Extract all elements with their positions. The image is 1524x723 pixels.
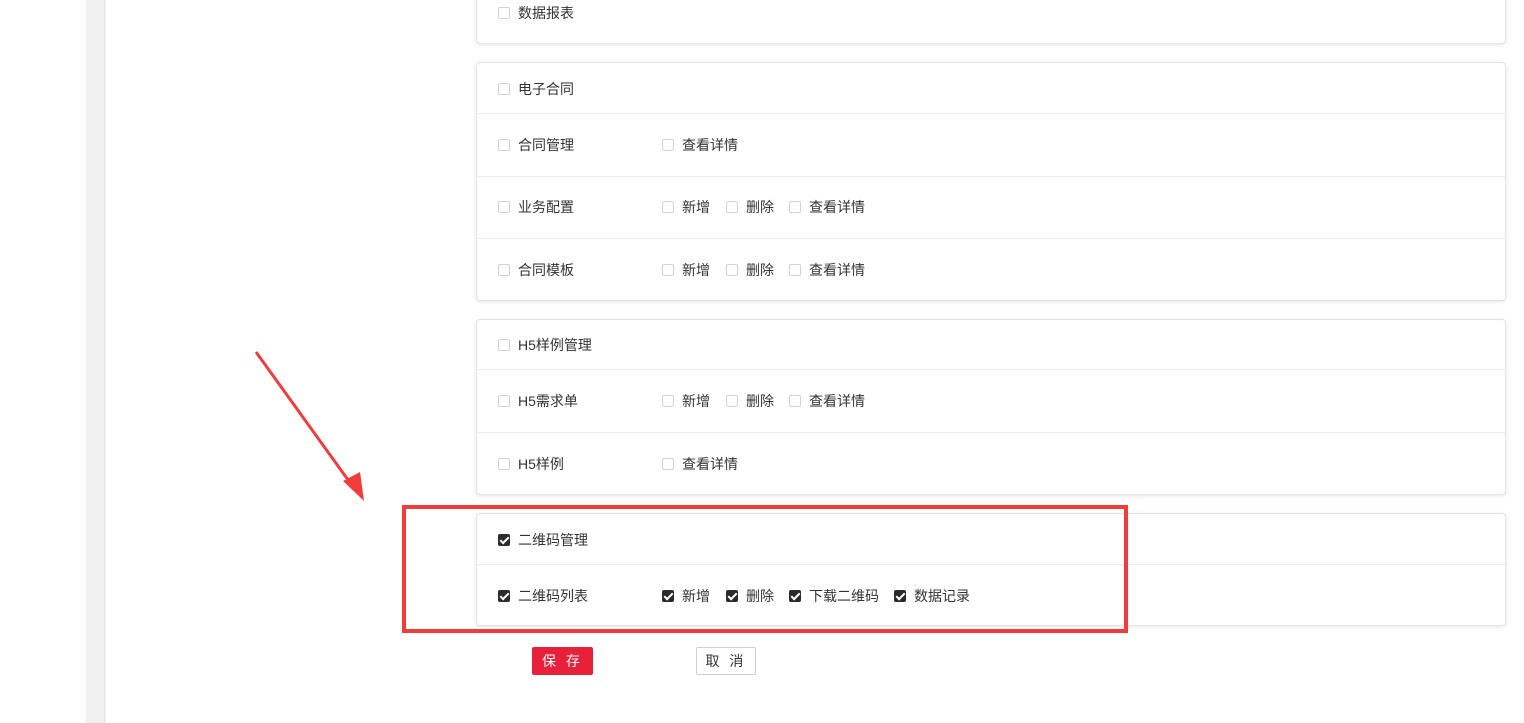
permission-row-business-config: 业务配置 新增 删除 查看详情 [477, 176, 1505, 239]
checkbox-label: 电子合同 [518, 81, 574, 97]
checkbox-label: 二维码管理 [518, 532, 588, 548]
module-checkbox-business-config[interactable]: 业务配置 [498, 199, 574, 215]
checkbox-box[interactable] [662, 139, 674, 151]
checkbox-box[interactable] [498, 395, 510, 407]
checkbox-label: 下载二维码 [809, 588, 879, 604]
checkbox-box[interactable] [726, 590, 738, 602]
cancel-button[interactable]: 取 消 [696, 647, 756, 675]
checkbox-box[interactable] [726, 201, 738, 213]
group-checkbox-h5-sample[interactable]: H5样例管理 [498, 337, 592, 353]
checkbox-box[interactable] [894, 590, 906, 602]
checkbox-label: H5样例管理 [518, 337, 592, 353]
checkbox-label: 查看详情 [809, 393, 865, 409]
module-checkbox-contract-template[interactable]: 合同模板 [498, 262, 574, 278]
checkbox-label: 新增 [682, 588, 710, 604]
group-header-row: 二维码管理 [477, 514, 1505, 565]
checkbox-label: 删除 [746, 588, 774, 604]
checkbox-label: 新增 [682, 393, 710, 409]
checkbox-label: 查看详情 [682, 137, 738, 153]
checkbox-label: 合同管理 [518, 137, 574, 153]
checkbox-label: 删除 [746, 393, 774, 409]
checkbox-box[interactable] [498, 590, 510, 602]
checkbox-box[interactable] [662, 458, 674, 470]
checkbox-label: 删除 [746, 262, 774, 278]
checkbox-box[interactable] [789, 264, 801, 276]
group-checkbox-qrcode[interactable]: 二维码管理 [498, 532, 588, 548]
checkbox-box[interactable] [498, 339, 510, 351]
checkbox-label: 业务配置 [518, 199, 574, 215]
checkbox-label: 查看详情 [809, 262, 865, 278]
group-checkbox-e-contract[interactable]: 电子合同 [498, 81, 574, 97]
checkbox-box[interactable] [662, 590, 674, 602]
checkbox-box[interactable] [498, 264, 510, 276]
permission-group-data-report: 数据报表 [476, 0, 1506, 44]
permission-group-h5-sample: H5样例管理 H5需求单 新增 删除 查看详情 H5样例 查看详情 [476, 319, 1506, 495]
group-checkbox-data-report[interactable]: 数据报表 [498, 5, 574, 21]
permission-row-qrcode-list: 二维码列表 新增 删除 下载二维码 数据记录 [477, 565, 1505, 626]
permission-row-contract-template: 合同模板 新增 删除 查看详情 [477, 239, 1505, 301]
checkbox-label: 查看详情 [809, 199, 865, 215]
checkbox-box[interactable] [789, 201, 801, 213]
checkbox-label: 查看详情 [682, 456, 738, 472]
perm-checkbox-add[interactable]: 新增 [662, 199, 710, 215]
checkbox-label: 合同模板 [518, 262, 574, 278]
perm-checkbox-add[interactable]: 新增 [662, 262, 710, 278]
group-header-row: 数据报表 [477, 0, 1505, 45]
permission-row-contract-management: 合同管理 查看详情 [477, 114, 1505, 177]
checkbox-label: 删除 [746, 199, 774, 215]
perm-checkbox-add[interactable]: 新增 [662, 393, 710, 409]
sidebar-background [86, 0, 106, 723]
permission-row-h5-request: H5需求单 新增 删除 查看详情 [477, 370, 1505, 433]
module-checkbox-h5-request[interactable]: H5需求单 [498, 393, 578, 409]
checkbox-box[interactable] [498, 534, 510, 546]
checkbox-label: 数据报表 [518, 5, 574, 21]
module-checkbox-contract-management[interactable]: 合同管理 [498, 137, 574, 153]
checkbox-box[interactable] [726, 264, 738, 276]
perm-checkbox-delete[interactable]: 删除 [726, 393, 774, 409]
checkbox-box[interactable] [498, 83, 510, 95]
perm-checkbox-add[interactable]: 新增 [662, 588, 710, 604]
checkbox-box[interactable] [662, 395, 674, 407]
checkbox-box[interactable] [498, 458, 510, 470]
checkbox-box[interactable] [726, 395, 738, 407]
perm-checkbox-view-details[interactable]: 查看详情 [789, 199, 865, 215]
checkbox-label: H5需求单 [518, 393, 578, 409]
checkbox-box[interactable] [498, 139, 510, 151]
checkbox-box[interactable] [662, 201, 674, 213]
checkbox-box[interactable] [498, 201, 510, 213]
save-button[interactable]: 保 存 [532, 647, 593, 675]
content-edge [104, 0, 105, 723]
perm-checkbox-view-details[interactable]: 查看详情 [662, 456, 738, 472]
checkbox-box[interactable] [789, 590, 801, 602]
checkbox-label: 二维码列表 [518, 588, 588, 604]
perm-checkbox-download-qrcode[interactable]: 下载二维码 [789, 588, 879, 604]
checkbox-label: 新增 [682, 199, 710, 215]
checkbox-label: 新增 [682, 262, 710, 278]
checkbox-label: 数据记录 [914, 588, 970, 604]
permission-row-h5-sample: H5样例 查看详情 [477, 433, 1505, 495]
module-checkbox-h5-sample[interactable]: H5样例 [498, 456, 564, 472]
checkbox-label: H5样例 [518, 456, 564, 472]
group-header-row: H5样例管理 [477, 320, 1505, 370]
checkbox-box[interactable] [662, 264, 674, 276]
permission-group-qrcode: 二维码管理 二维码列表 新增 删除 下载二维码 数据记录 [476, 513, 1506, 626]
checkbox-box[interactable] [498, 7, 510, 19]
module-checkbox-qrcode-list[interactable]: 二维码列表 [498, 588, 588, 604]
perm-checkbox-delete[interactable]: 删除 [726, 262, 774, 278]
perm-checkbox-delete[interactable]: 删除 [726, 199, 774, 215]
perm-checkbox-data-records[interactable]: 数据记录 [894, 588, 970, 604]
perm-checkbox-view-details[interactable]: 查看详情 [662, 137, 738, 153]
checkbox-box[interactable] [789, 395, 801, 407]
group-header-row: 电子合同 [477, 63, 1505, 114]
permission-group-e-contract: 电子合同 合同管理 查看详情 业务配置 新增 删除 查看详情 合同模板 新增 删… [476, 62, 1506, 301]
perm-checkbox-delete[interactable]: 删除 [726, 588, 774, 604]
perm-checkbox-view-details[interactable]: 查看详情 [789, 262, 865, 278]
perm-checkbox-view-details[interactable]: 查看详情 [789, 393, 865, 409]
